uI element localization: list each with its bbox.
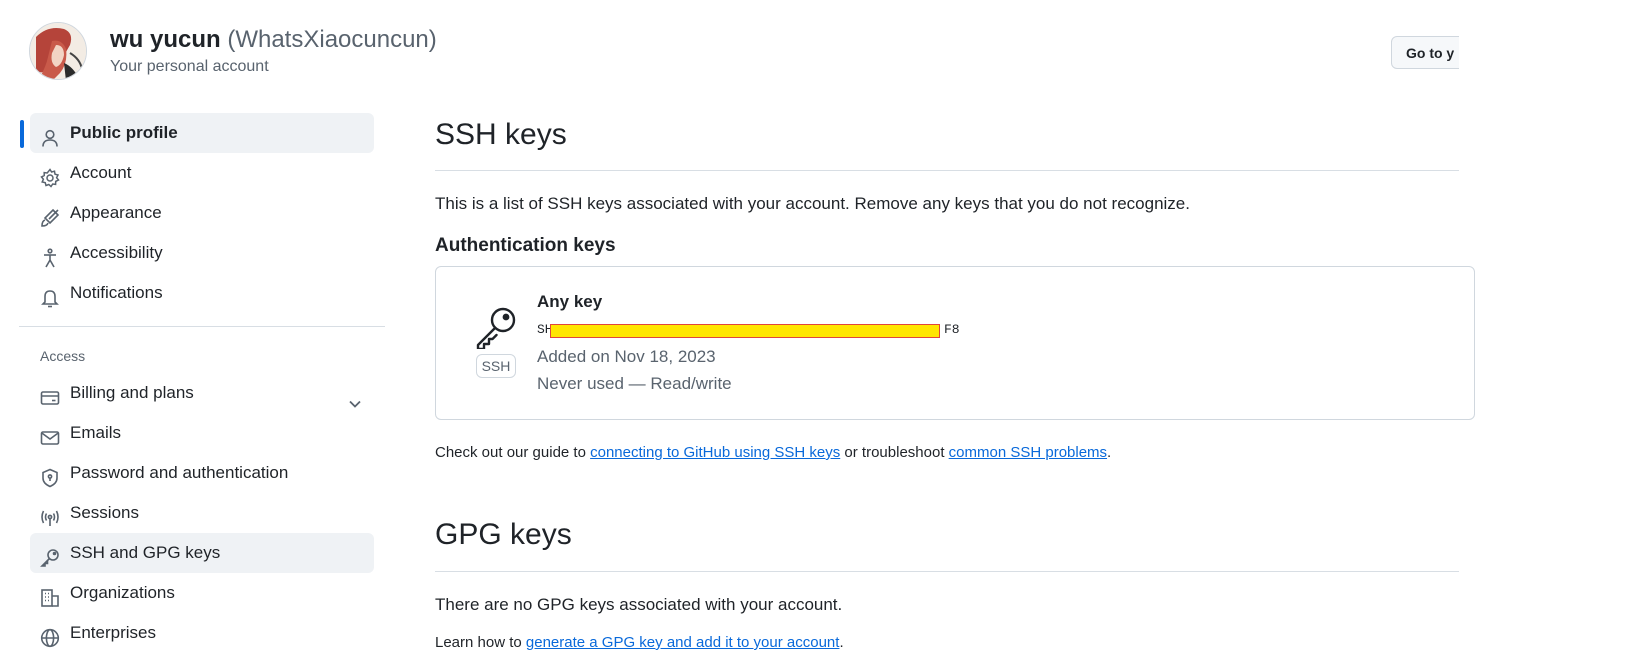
broadcast-icon [40, 503, 60, 526]
paintbrush-icon [40, 203, 60, 227]
sidebar-item-emails[interactable]: Emails [30, 413, 374, 453]
ssh-key-fingerprint-end: F8 [944, 322, 960, 337]
gpg-keys-title: GPG keys [435, 518, 572, 551]
gpg-title-divider [435, 571, 1459, 572]
organization-icon [40, 583, 60, 607]
sidebar-item-label: Public profile [70, 123, 178, 142]
sidebar-item-notifications[interactable]: Notifications [30, 273, 374, 313]
bell-icon [40, 283, 60, 308]
person-icon [40, 123, 60, 147]
chevron-down-icon[interactable] [348, 386, 362, 408]
display-name: wu yucun [110, 26, 221, 53]
sidebar-item-label: SSH and GPG keys [70, 543, 221, 562]
fingerprint-redaction [550, 324, 940, 338]
sidebar-item-enterprises[interactable]: Enterprises [30, 613, 374, 653]
sidebar-heading-access: Access [40, 348, 86, 364]
ssh-troubleshoot-link[interactable]: common SSH problems [949, 444, 1107, 461]
sidebar-item-public-profile[interactable]: Public profile [30, 113, 374, 153]
sidebar-item-appearance[interactable]: Appearance [30, 193, 374, 233]
sidebar-item-organizations[interactable]: Organizations [30, 573, 374, 613]
authentication-keys-heading: Authentication keys [435, 235, 616, 256]
ssh-key-added-date: Added on Nov 18, 2023 [537, 347, 716, 366]
avatar[interactable] [29, 22, 87, 80]
login-name: (WhatsXiaocuncun) [227, 26, 437, 53]
ssh-guide-prefix: Check out our guide to [435, 444, 591, 461]
sidebar-item-label: Password and authentication [70, 463, 289, 482]
ssh-key-usage: Never used — Read/write [537, 374, 732, 393]
sidebar-item-sessions[interactable]: Sessions [30, 493, 374, 533]
sidebar-item-label: Appearance [70, 203, 162, 222]
sidebar-item-label: Emails [70, 423, 122, 442]
sidebar-item-accessibility[interactable]: Accessibility [30, 233, 374, 273]
sidebar-item-label: Notifications [70, 283, 163, 302]
sidebar-item-password[interactable]: Password and authentication [30, 453, 374, 493]
mail-icon [40, 423, 60, 445]
key-icon [474, 305, 518, 351]
ssh-badge: SSH [476, 354, 516, 378]
active-indicator [20, 120, 24, 148]
ssh-guide-text: Check out our guide to connecting to Git… [435, 444, 1111, 461]
ssh-key-item [435, 266, 1475, 420]
sidebar-item-label: Enterprises [70, 623, 156, 642]
ssh-keys-title: SSH keys [435, 118, 567, 151]
ssh-guide-link[interactable]: connecting to GitHub using SSH keys [590, 444, 840, 461]
ssh-title-divider [435, 170, 1459, 171]
ssh-key-title: Any key [537, 292, 603, 311]
sidebar-item-label: Billing and plans [70, 383, 194, 402]
sidebar-item-label: Account [70, 163, 132, 182]
gpg-learn-link[interactable]: generate a GPG key and add it to your ac… [526, 634, 840, 651]
sidebar-item-label: Organizations [70, 583, 175, 602]
shield-lock-icon [40, 463, 60, 488]
account-name: wu yucun (WhatsXiaocuncun) [110, 25, 437, 55]
ssh-guide-middle: or troubleshoot [840, 444, 949, 461]
sidebar-item-account[interactable]: Account [30, 153, 374, 193]
sidebar-item-label: Sessions [70, 503, 139, 522]
sidebar-item-billing[interactable]: Billing and plans [30, 373, 374, 413]
sidebar-divider [19, 326, 385, 327]
sidebar-item-label: Accessibility [70, 243, 163, 262]
gpg-learn-suffix: . [839, 634, 844, 651]
sidebar-item-ssh-gpg-keys[interactable]: SSH and GPG keys [30, 533, 374, 573]
credit-card-icon [40, 383, 60, 405]
account-subtitle: Your personal account [110, 58, 269, 75]
ssh-description: This is a list of SSH keys associated wi… [435, 194, 1190, 213]
ssh-guide-suffix: . [1107, 444, 1112, 461]
gear-icon [40, 163, 60, 188]
gpg-learn-text: Learn how to generate a GPG key and add … [435, 634, 844, 651]
right-blank-area [1459, 0, 1635, 656]
gpg-empty-message: There are no GPG keys associated with yo… [435, 595, 843, 614]
globe-icon [40, 623, 60, 648]
accessibility-icon [40, 243, 60, 268]
gpg-learn-prefix: Learn how to [435, 634, 526, 651]
key-icon [40, 543, 60, 567]
